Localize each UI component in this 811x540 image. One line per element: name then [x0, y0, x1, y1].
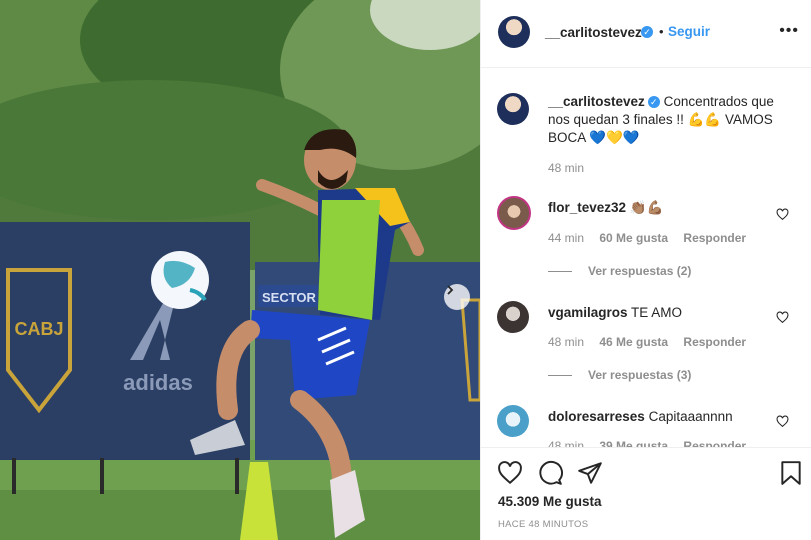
replies-divider — [548, 271, 572, 273]
commenter-avatar[interactable] — [497, 196, 531, 230]
comment-text: TE AMO — [631, 305, 683, 320]
comments-list[interactable]: __carlitostevez ✓ Concentrados que nos qu… — [481, 69, 811, 447]
post-header: __carlitostevez ✓ • Seguir ••• — [481, 0, 811, 68]
banner-left: CABJ adidas — [0, 222, 250, 460]
comment-likes[interactable]: 60 Me gusta — [599, 231, 668, 245]
replies-divider — [548, 375, 572, 377]
post-timestamp: HACE 48 MINUTOS — [498, 519, 589, 530]
comment-time: 48 min — [548, 335, 585, 349]
comment-username[interactable]: vgamilagros — [548, 305, 628, 320]
post-actions: 45.309 Me gusta HACE 48 MINUTOS — [481, 447, 811, 540]
comment-meta: 44 min 60 Me gusta Responder — [548, 231, 758, 245]
like-heart-icon[interactable] — [497, 460, 523, 486]
view-replies-button[interactable]: Ver respuestas (3) — [548, 368, 691, 382]
reply-button[interactable]: Responder — [683, 231, 746, 245]
comment-likes[interactable]: 46 Me gusta — [599, 335, 668, 349]
comment-time: 44 min — [548, 231, 585, 245]
share-icon[interactable] — [577, 460, 603, 486]
cabj-logo-text: CABJ — [14, 319, 63, 339]
save-bookmark-icon[interactable] — [778, 460, 804, 486]
reply-button[interactable]: Responder — [683, 335, 746, 349]
comment-meta: 48 min 39 Me gusta Responder — [548, 439, 758, 447]
heart-icon[interactable] — [776, 415, 789, 428]
commenter-avatar[interactable] — [497, 301, 529, 333]
author-username[interactable]: __carlitostevez — [545, 25, 642, 40]
training-scene: CABJ adidas SECTOR — [0, 0, 480, 540]
commenter-avatar[interactable] — [497, 405, 529, 437]
caption-time: 48 min — [548, 161, 585, 175]
comment-meta: 48 min 46 Me gusta Responder — [548, 335, 758, 349]
comment-username[interactable]: doloresarreses — [548, 409, 645, 424]
soccer-ball — [151, 251, 209, 309]
comment-text: Capitaaannnn — [648, 409, 733, 424]
chevron-right-icon — [447, 285, 454, 295]
likes-count[interactable]: 45.309 Me gusta — [498, 494, 602, 509]
post-photo[interactable]: CABJ adidas SECTOR — [0, 0, 480, 540]
next-photo-button[interactable] — [444, 284, 470, 310]
view-replies-label: Ver respuestas (3) — [588, 368, 692, 382]
comment-time: 48 min — [548, 439, 585, 447]
header-separator: • — [659, 24, 664, 39]
comment-icon[interactable] — [537, 460, 563, 486]
svg-text:SECTOR: SECTOR — [262, 290, 317, 305]
caption-avatar[interactable] — [497, 93, 529, 125]
author-avatar[interactable] — [498, 16, 530, 48]
view-replies-button[interactable]: Ver respuestas (2) — [548, 264, 691, 278]
post-side-panel: __carlitostevez ✓ • Seguir ••• __carlito… — [480, 0, 811, 540]
heart-icon[interactable] — [776, 311, 789, 324]
verified-badge-icon: ✓ — [641, 26, 653, 38]
follow-button[interactable]: Seguir — [668, 24, 710, 39]
more-options-icon[interactable]: ••• — [779, 22, 799, 40]
heart-icon[interactable] — [776, 208, 789, 221]
adidas-logo-text: adidas — [123, 370, 193, 395]
comment-username[interactable]: flor_tevez32 — [548, 200, 626, 215]
comment-likes[interactable]: 39 Me gusta — [599, 439, 668, 447]
reply-button[interactable]: Responder — [683, 439, 746, 447]
caption-username[interactable]: __carlitostevez — [548, 94, 645, 109]
comment-text: 👏🏽💪🏽 — [629, 200, 664, 215]
view-replies-label: Ver respuestas (2) — [588, 264, 692, 278]
verified-badge-icon: ✓ — [647, 96, 660, 109]
